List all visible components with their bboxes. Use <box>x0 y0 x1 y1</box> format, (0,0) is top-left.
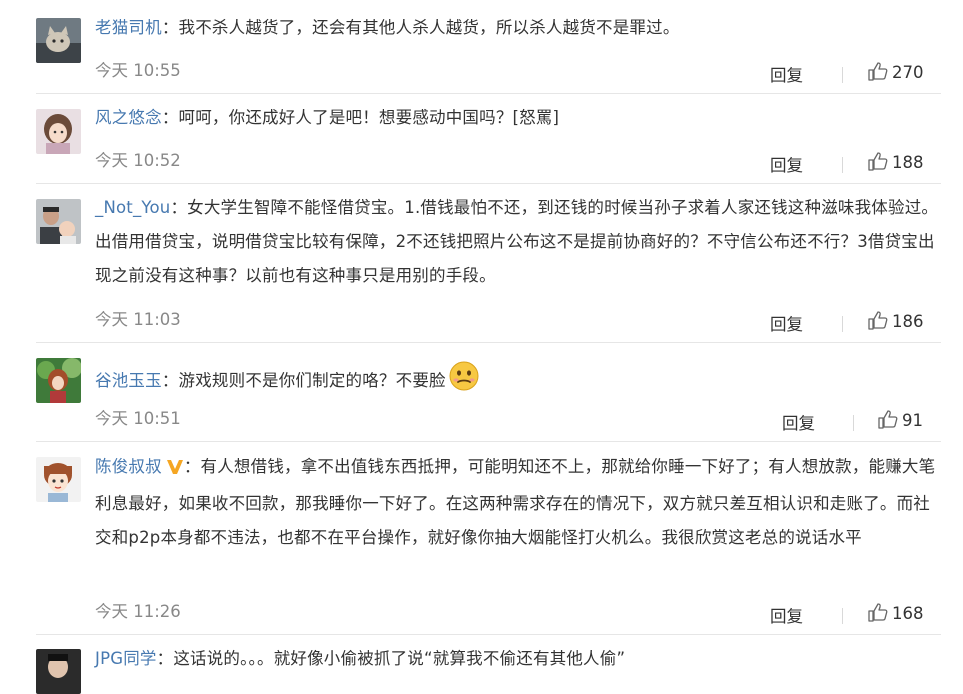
like-count: 270 <box>892 63 924 82</box>
comment-separator: ： <box>161 371 179 390</box>
comment-divider <box>36 634 941 635</box>
like-button[interactable]: 186 <box>868 311 924 331</box>
comment-text: 陈俊叔叔 ：有人想借钱，拿不出值钱东西抵押，可能明知还不上，那就给你睡一下好了；有… <box>95 450 945 555</box>
like-button[interactable]: 270 <box>868 62 924 82</box>
comment-username[interactable]: JPG同学 <box>95 649 157 668</box>
comment-text: 风之悠念：呵呵，你还成好人了是吧！想要感动中国吗？[怒罵] <box>95 101 945 135</box>
comment-body: 呵呵，你还成好人了是吧！想要感动中国吗？[怒罵] <box>178 108 560 127</box>
reply-button[interactable]: 回复 <box>770 152 803 176</box>
comment-time: 今天 10:55 <box>95 61 181 80</box>
like-count: 188 <box>892 153 924 172</box>
comment-separator: ： <box>156 649 174 668</box>
comment-separator: ： <box>161 18 179 37</box>
thumbs-up-icon <box>868 311 888 330</box>
thumbs-up-icon <box>868 62 888 81</box>
like-button[interactable]: 91 <box>878 410 923 430</box>
avatar[interactable] <box>36 109 81 154</box>
thumbs-up-icon <box>878 410 898 429</box>
reply-button[interactable]: 回复 <box>770 603 803 627</box>
comment-divider <box>36 93 941 94</box>
comment-separator: ： <box>183 457 201 476</box>
comment-divider <box>36 342 941 343</box>
pouting-emoji-icon <box>448 360 480 404</box>
comment-separator: ： <box>161 108 179 127</box>
avatar[interactable] <box>36 18 81 63</box>
comment-username[interactable]: 老猫司机 <box>95 18 162 37</box>
comment-text: _Not_You：女大学生智障不能怪借贷宝。1.借钱最怕不还，到还钱的时候当孙子… <box>95 191 945 293</box>
avatar[interactable] <box>36 358 81 403</box>
like-count: 186 <box>892 312 924 331</box>
comment-text: 谷池玉玉：游戏规则不是你们制定的咯？不要脸 <box>95 360 945 404</box>
like-count: 168 <box>892 604 924 623</box>
comment-username[interactable]: 谷池玉玉 <box>95 371 162 390</box>
verified-badge-icon <box>166 453 184 487</box>
avatar[interactable] <box>36 199 81 244</box>
comment-username[interactable]: 陈俊叔叔 <box>95 457 162 476</box>
comment-time: 今天 10:52 <box>95 151 181 170</box>
action-divider <box>842 157 843 173</box>
comment-text: 老猫司机：我不杀人越货了，还会有其他人杀人越货，所以杀人越货不是罪过。 <box>95 11 945 45</box>
action-divider <box>842 67 843 83</box>
reply-button[interactable]: 回复 <box>770 311 803 335</box>
comment-username[interactable]: _Not_You <box>95 198 170 217</box>
like-button[interactable]: 168 <box>868 603 924 623</box>
comment-username[interactable]: 风之悠念 <box>95 108 162 127</box>
thumbs-up-icon <box>868 603 888 622</box>
like-count: 91 <box>902 411 923 430</box>
comment-separator: ： <box>170 198 188 217</box>
avatar[interactable] <box>36 649 81 694</box>
comment-time: 今天 11:03 <box>95 310 181 329</box>
reply-button[interactable]: 回复 <box>770 62 803 86</box>
comment-divider <box>36 441 941 442</box>
like-button[interactable]: 188 <box>868 152 924 172</box>
comment-time: 今天 11:26 <box>95 602 181 621</box>
comment-divider <box>36 183 941 184</box>
action-divider <box>853 415 854 431</box>
comment-body: 女大学生智障不能怪借贷宝。1.借钱最怕不还，到还钱的时候当孙子求着人家还钱这种滋… <box>95 198 939 285</box>
avatar[interactable] <box>36 457 81 502</box>
comment-body: 这话说的。。。就好像小偷被抓了说“就算我不偷还有其他人偷” <box>173 649 626 668</box>
comment-body: 有人想借钱，拿不出值钱东西抵押，可能明知还不上，那就给你睡一下好了；有人想放款，… <box>95 457 936 547</box>
comment-time: 今天 10:51 <box>95 409 181 428</box>
comment-body: 我不杀人越货了，还会有其他人杀人越货，所以杀人越货不是罪过。 <box>178 18 680 37</box>
comment-body: 游戏规则不是你们制定的咯？不要脸 <box>178 371 446 390</box>
action-divider <box>842 316 843 332</box>
thumbs-up-icon <box>868 152 888 171</box>
reply-button[interactable]: 回复 <box>782 410 815 434</box>
action-divider <box>842 608 843 624</box>
